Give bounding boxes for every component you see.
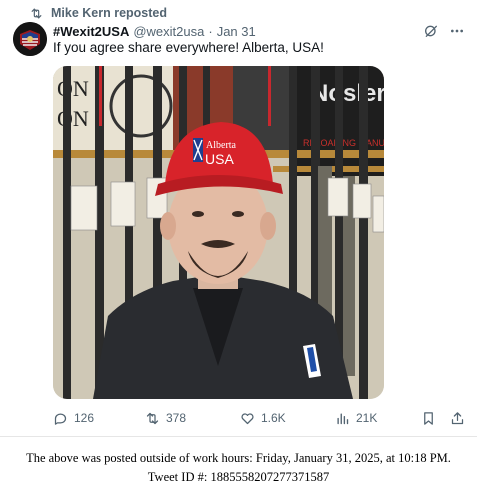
svg-text:Nosler: Nosler (311, 80, 384, 107)
repost-label: Mike Kern reposted (51, 6, 168, 20)
repost-icon (146, 412, 159, 424)
like-button[interactable]: 1.6K (240, 411, 335, 426)
like-count: 1.6K (261, 411, 286, 425)
tweet-header: #Wexit2USA @wexit2usa · Jan 31 (53, 22, 465, 40)
views-icon (337, 412, 349, 424)
views-button[interactable]: 21K (335, 411, 415, 426)
bookmark-icon[interactable] (421, 411, 436, 426)
reply-button[interactable]: 126 (53, 411, 145, 426)
display-name[interactable]: #Wexit2USA (53, 24, 129, 39)
timestamp[interactable]: Jan 31 (217, 24, 256, 39)
avatar[interactable] (13, 22, 47, 56)
views-count: 21K (356, 411, 378, 425)
separator-dot: · (208, 23, 213, 39)
grok-icon[interactable] (423, 23, 439, 39)
svg-text:ON: ON (57, 76, 89, 101)
reply-count: 126 (74, 411, 95, 425)
repost-icon (31, 8, 42, 18)
reply-icon (54, 413, 67, 425)
repost-indicator[interactable]: Mike Kern reposted (30, 5, 167, 21)
hat-text-alberta: Alberta (206, 140, 237, 151)
hat-text-usa: USA (205, 151, 234, 167)
tweet-text: If you agree share everywhere! Alberta, … (53, 40, 324, 55)
handle[interactable]: @wexit2usa (133, 24, 204, 39)
share-icon[interactable] (450, 411, 465, 426)
tweet-id-note: Tweet ID #: 1885558207277371587 (147, 470, 330, 484)
tweet-actions: 126 378 1.6K 21K (53, 408, 465, 428)
svg-text:ON: ON (57, 106, 89, 131)
tweet-photo[interactable]: ON ON Nosler RELOADING MANU AL (53, 66, 384, 399)
divider (0, 436, 477, 437)
repost-button[interactable]: 378 (145, 411, 240, 426)
work-hours-note: The above was posted outside of work hou… (26, 451, 451, 465)
caption-footer: The above was posted outside of work hou… (0, 449, 477, 487)
more-options-icon[interactable] (449, 23, 465, 39)
tweet-card[interactable]: Mike Kern reposted #Wexit2USA @wexit2usa… (0, 0, 477, 436)
heart-icon (241, 412, 254, 424)
repost-count: 378 (166, 411, 187, 425)
